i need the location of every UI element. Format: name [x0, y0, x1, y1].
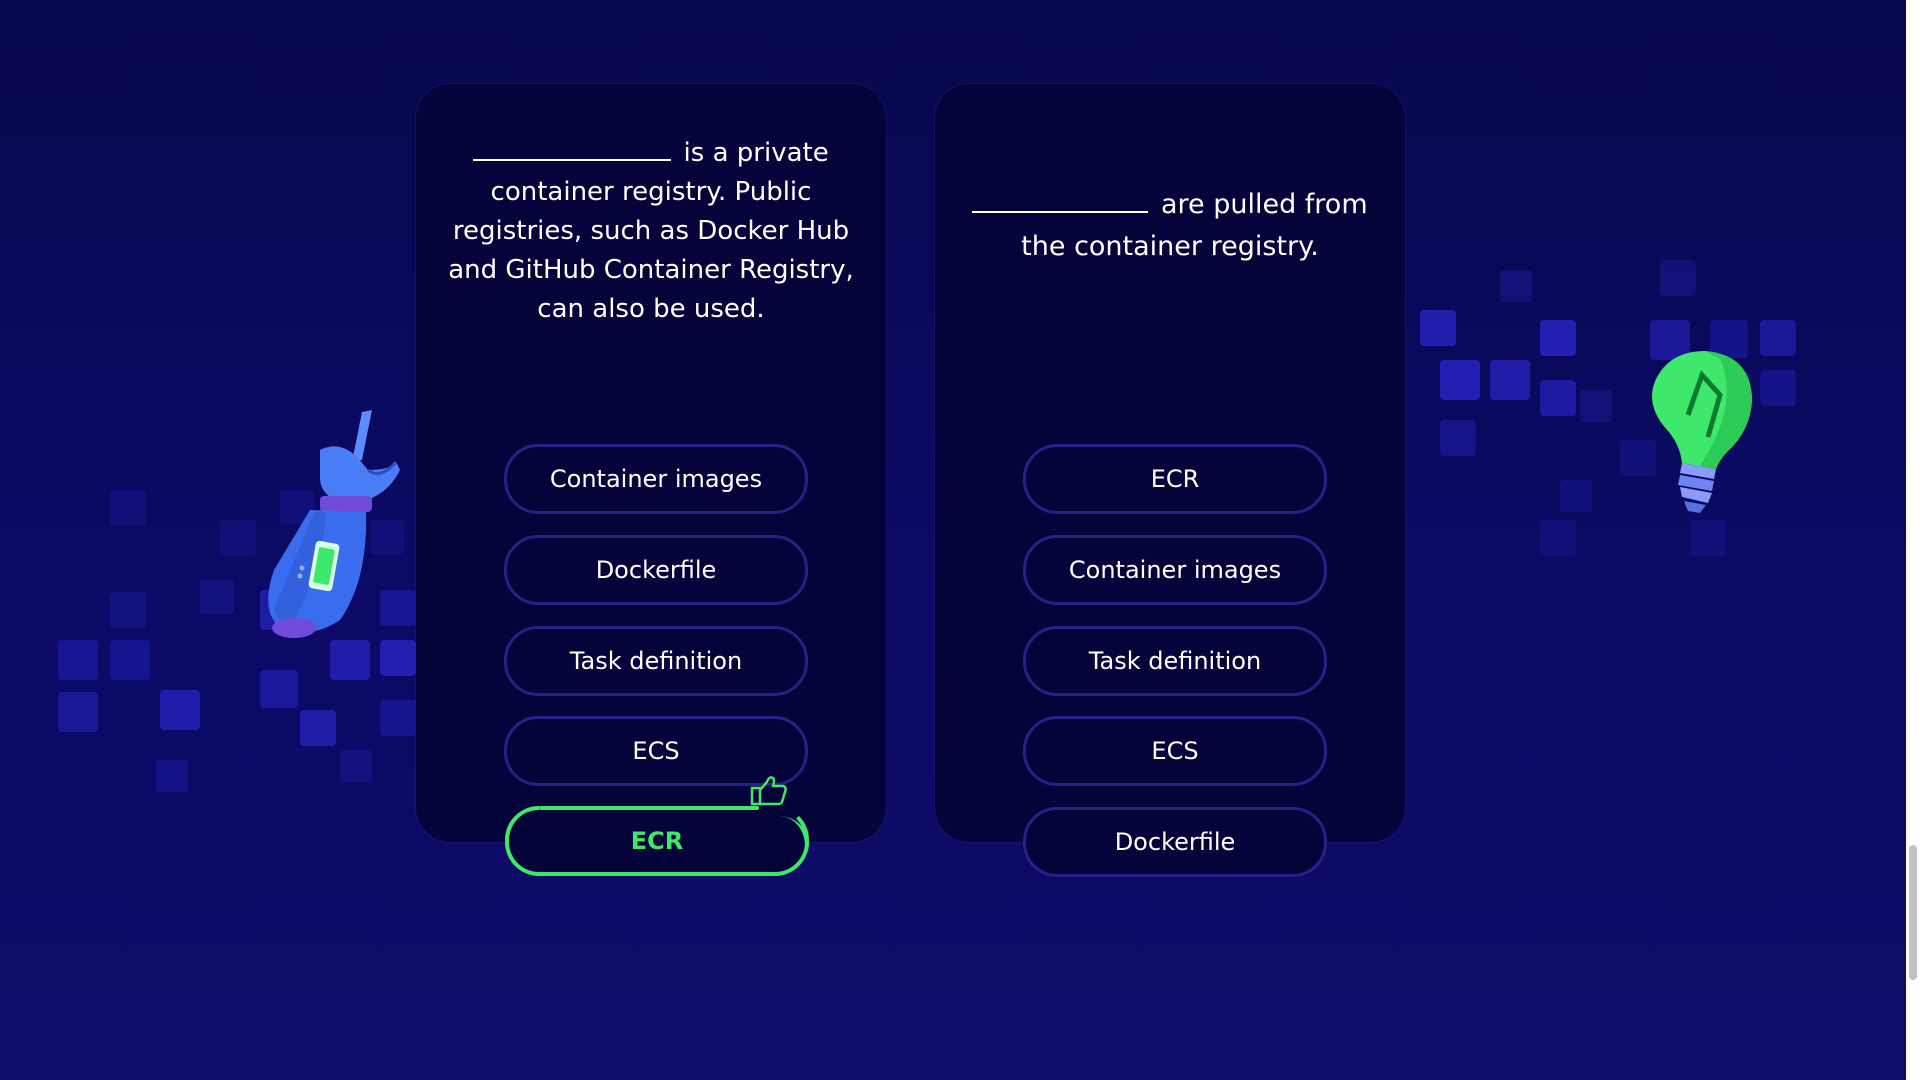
- option-label: Container images: [549, 465, 763, 493]
- option-label: ECR: [1150, 465, 1200, 493]
- scrollbar-track[interactable]: [1906, 0, 1920, 1080]
- correct-outline-corner: [779, 816, 809, 846]
- scrollbar-thumb[interactable]: [1909, 845, 1917, 980]
- option-button[interactable]: ECS: [1023, 716, 1327, 786]
- option-label: Dockerfile: [1114, 828, 1236, 856]
- answer-blank: [473, 135, 672, 161]
- option-button[interactable]: Container images: [504, 444, 808, 514]
- option-label: Task definition: [569, 647, 743, 675]
- option-button[interactable]: Container images: [1023, 535, 1327, 605]
- option-button[interactable]: Dockerfile: [504, 535, 808, 605]
- option-button[interactable]: Dockerfile: [1023, 807, 1327, 877]
- quiz-page: is a private container registry. Public …: [0, 0, 1920, 1080]
- correct-outline-corner: [505, 806, 539, 840]
- option-label: ECR: [630, 827, 684, 855]
- option-label: Task definition: [1088, 647, 1262, 675]
- quiz-card-1: is a private container registry. Public …: [416, 84, 886, 876]
- option-label: ECS: [1151, 737, 1199, 765]
- option-button-correct[interactable]: ECR: [505, 776, 809, 876]
- answer-blank: [972, 187, 1149, 213]
- option-label: Container images: [1068, 556, 1282, 584]
- option-label: Dockerfile: [595, 556, 717, 584]
- option-button[interactable]: Task definition: [1023, 626, 1327, 696]
- question-text: is a private container registry. Public …: [446, 134, 856, 329]
- option-label: ECS: [632, 737, 680, 765]
- robot-arm-pointing-icon: [268, 410, 400, 638]
- question-suffix: is a private container registry. Public …: [448, 138, 854, 324]
- quiz-card-2: are pulled from the container registry. …: [935, 84, 1405, 877]
- question-text: are pulled from the container registry.: [965, 184, 1375, 268]
- option-button[interactable]: Task definition: [504, 626, 808, 696]
- option-button[interactable]: ECR: [1023, 444, 1327, 514]
- thumbs-up-icon: [750, 776, 787, 806]
- light-bulb-icon: [1652, 351, 1752, 513]
